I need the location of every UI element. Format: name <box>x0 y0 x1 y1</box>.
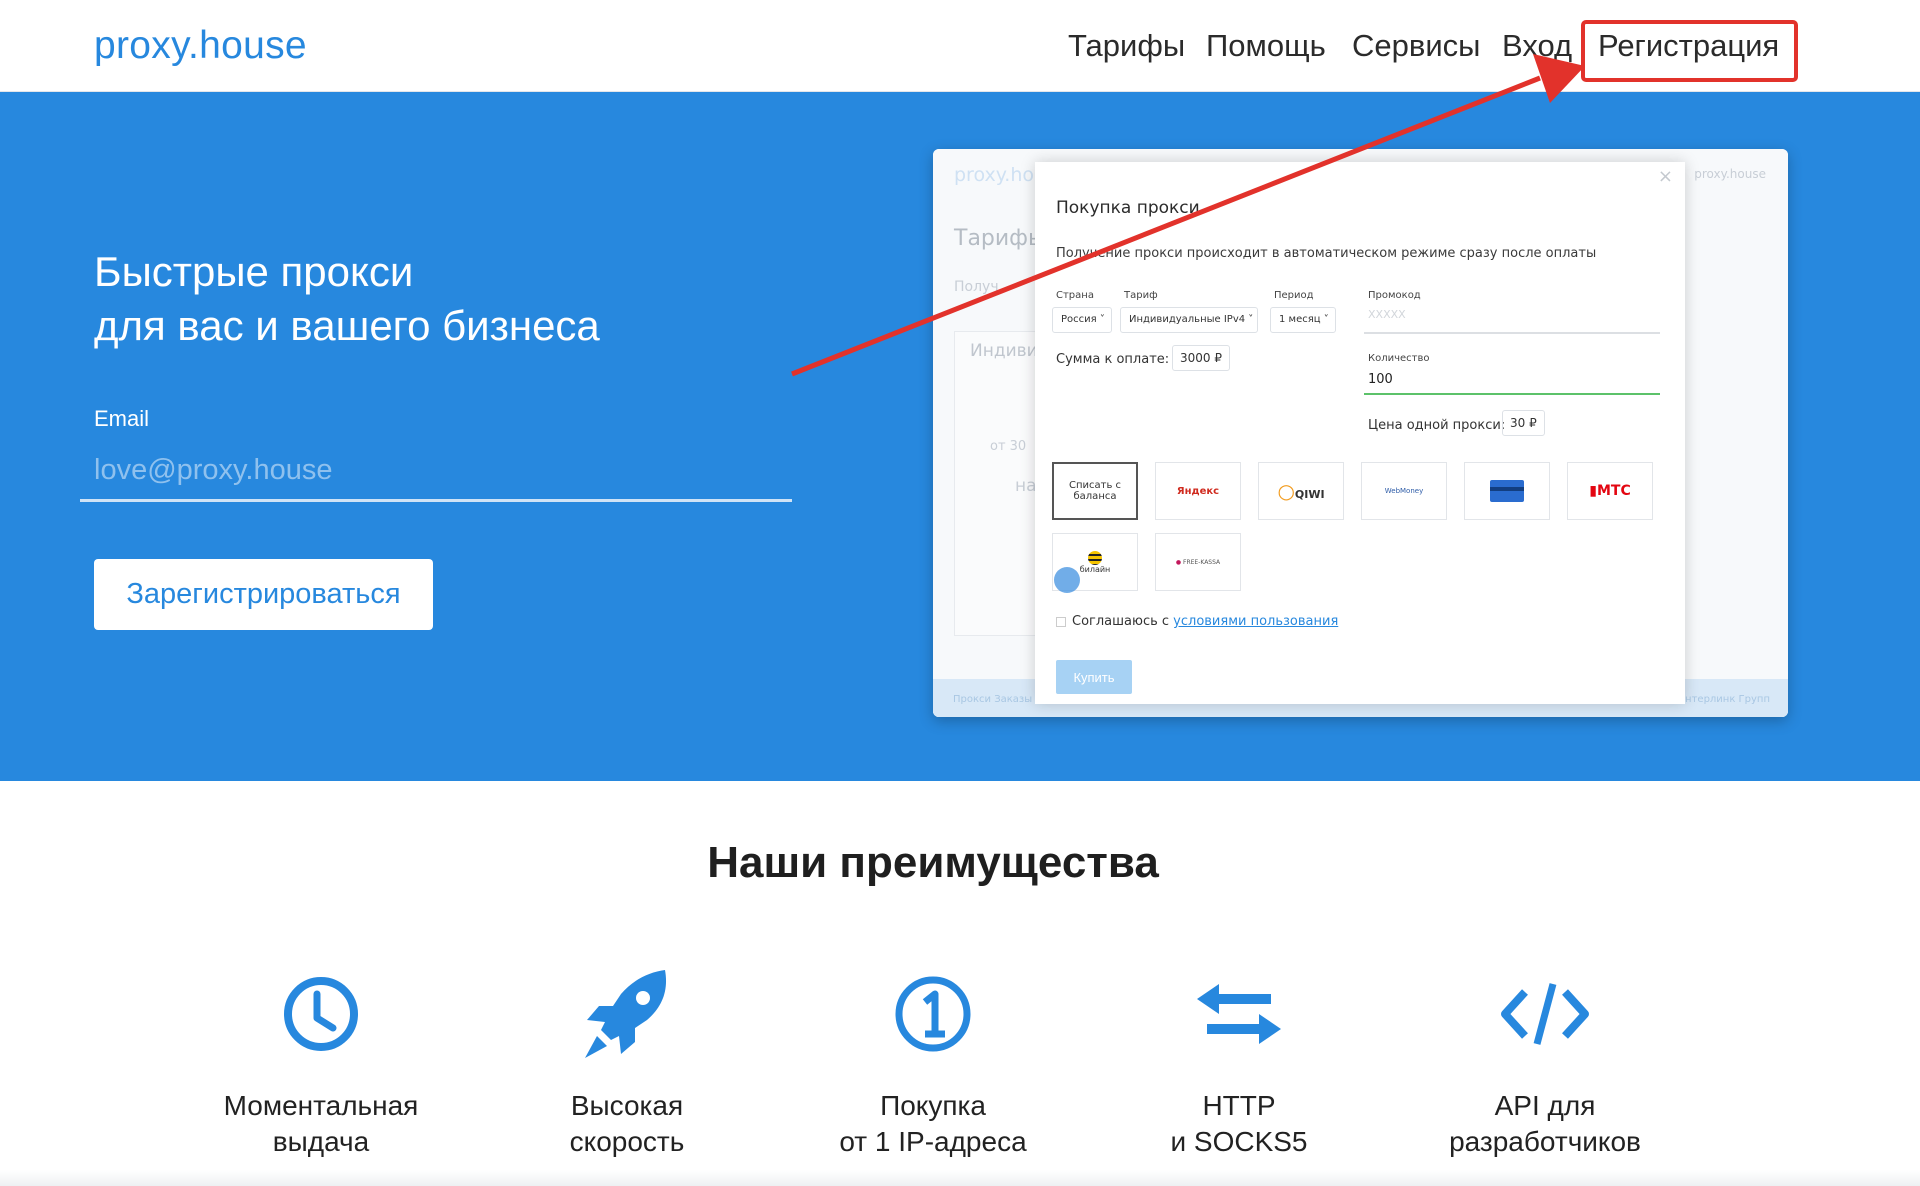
mockup-bg-from: от 30 <box>990 439 1027 454</box>
freekassa-label: FREE-KASSA <box>1183 558 1221 566</box>
qty-value: 100 <box>1368 372 1393 387</box>
agree-checkbox <box>1056 616 1066 627</box>
agree-text: Соглашаюсь с <box>1072 614 1174 629</box>
email-input[interactable] <box>80 442 792 502</box>
advantage-label-line1: Покупка <box>880 1090 986 1121</box>
mockup-bg-user: proxy.house <box>1694 167 1766 181</box>
pay-card <box>1464 462 1550 520</box>
advantage-protocols: HTTP и SOCKS5 <box>1109 966 1369 1160</box>
advantage-instant: Моментальная выдача <box>191 966 451 1160</box>
price-label: Цена одной прокси: <box>1368 418 1506 433</box>
pay-balance-label: Списать с баланса <box>1068 480 1122 502</box>
period-value: 1 месяц <box>1279 314 1321 325</box>
period-label: Период <box>1274 290 1314 301</box>
country-value: Россия <box>1061 314 1097 325</box>
price-value: 30 ₽ <box>1502 410 1545 436</box>
advantage-label-line2: скорость <box>569 1126 685 1157</box>
beeline-label: билайн <box>1079 564 1111 574</box>
pay-yandex: Яндекс <box>1155 462 1241 520</box>
advantage-label-line2: разработчиков <box>1449 1126 1641 1157</box>
mockup-bg-text: Получ <box>954 279 999 295</box>
advantage-label-line2: и SOCKS5 <box>1170 1126 1308 1157</box>
code-icon <box>1501 983 1589 1045</box>
advantage-api: API для разработчиков <box>1415 966 1675 1160</box>
sum-label: Сумма к оплате: <box>1056 352 1170 367</box>
nav-help[interactable]: Помощь <box>1206 28 1326 64</box>
country-label: Страна <box>1056 290 1094 301</box>
tariff-value: Индивидуальные IPv4 <box>1129 314 1246 325</box>
email-label: Email <box>94 406 150 431</box>
hero-title-line2: для вас и вашего бизнеса <box>94 302 600 349</box>
advantage-label-line2: от 1 IP-адреса <box>839 1126 1027 1157</box>
purchase-modal: × Покупка прокси Получение прокси происх… <box>1035 162 1685 704</box>
nav-login[interactable]: Вход <box>1502 28 1572 64</box>
modal-close-icon: × <box>1657 166 1673 187</box>
pay-mts: ▮МТС <box>1567 462 1653 520</box>
pay-freekassa: ● FREE-KASSA <box>1155 533 1241 591</box>
hero-title-line1: Быстрые прокси <box>94 248 414 295</box>
advantage-single-ip: Покупка от 1 IP-адреса <box>803 966 1063 1160</box>
beeline-icon: билайн <box>1079 550 1111 574</box>
cursor-indicator <box>1054 567 1080 593</box>
page: proxy.house Тарифы Помощь Сервисы Вход Р… <box>0 0 1920 1186</box>
advantage-label-line1: API для <box>1494 1090 1596 1121</box>
pay-balance: Списать с баланса <box>1052 462 1138 520</box>
tariff-label: Тариф <box>1124 290 1158 301</box>
nav-tariffs[interactable]: Тарифы <box>1068 28 1185 64</box>
register-button[interactable]: Зарегистрироваться <box>94 559 433 630</box>
qiwi-icon: ○QIWI <box>1277 479 1325 503</box>
rocket-icon <box>585 970 667 1058</box>
tariff-select: Индивидуальные IPv4 ˅ <box>1120 307 1258 333</box>
promo-label: Промокод <box>1368 290 1421 301</box>
exchange-arrows-icon <box>1197 984 1281 1044</box>
hero-section: Быстрые прокси для вас и вашего бизнеса … <box>0 92 1920 781</box>
country-select: Россия ˅ <box>1052 307 1112 333</box>
period-select: 1 месяц ˅ <box>1270 307 1336 333</box>
qiwi-label: QIWI <box>1294 488 1325 501</box>
pay-webmoney: WebMoney <box>1361 462 1447 520</box>
qty-label: Количество <box>1368 353 1430 364</box>
advantages-title: Наши преимущества <box>707 838 1159 887</box>
mockup-bg-logo: proxy.hou <box>954 164 1047 186</box>
agree-row: Соглашаюсь с условиями пользования <box>1056 614 1338 629</box>
pay-qiwi: ○QIWI <box>1258 462 1344 520</box>
mts-icon: ▮МТС <box>1589 483 1631 499</box>
advantage-label-line1: Моментальная <box>223 1090 419 1121</box>
site-logo[interactable]: proxy.house <box>94 24 307 68</box>
buy-button: Купить <box>1056 660 1132 694</box>
advantage-label-line1: HTTP <box>1202 1090 1276 1121</box>
yandex-money-icon: Яндекс <box>1176 485 1220 497</box>
mts-label: МТС <box>1596 483 1631 499</box>
mockup-bg-indiv: Индиви <box>970 341 1038 361</box>
bottom-edge <box>0 1170 1920 1186</box>
modal-description: Получение прокси происходит в автоматиче… <box>1056 246 1597 261</box>
modal-title: Покупка прокси <box>1056 198 1200 218</box>
advantage-speed: Высокая скорость <box>497 966 757 1160</box>
sum-value: 3000 ₽ <box>1172 345 1230 371</box>
terms-link: условиями пользования <box>1173 614 1339 629</box>
register-highlight-box <box>1581 20 1798 82</box>
freekassa-icon: ● FREE-KASSA <box>1175 558 1221 566</box>
promo-underline <box>1364 332 1660 334</box>
bank-card-icon <box>1490 480 1524 502</box>
mockup-bg-na: на <box>1015 476 1037 496</box>
advantage-label-line2: выдача <box>272 1126 370 1157</box>
webmoney-icon: WebMoney <box>1384 487 1424 495</box>
advantage-label-line1: Высокая <box>570 1090 684 1121</box>
qty-underline <box>1364 393 1660 395</box>
clock-icon <box>284 977 358 1051</box>
purchase-screenshot-mockup: proxy.hou proxy.house Тарифы Получ Индив… <box>933 149 1788 717</box>
promo-placeholder: XXXXX <box>1368 308 1406 321</box>
top-header: proxy.house Тарифы Помощь Сервисы Вход Р… <box>0 0 1920 92</box>
number-one-icon <box>895 976 971 1052</box>
mockup-bg-tariffs: Тарифы <box>954 226 1046 251</box>
nav-services[interactable]: Сервисы <box>1352 28 1480 64</box>
